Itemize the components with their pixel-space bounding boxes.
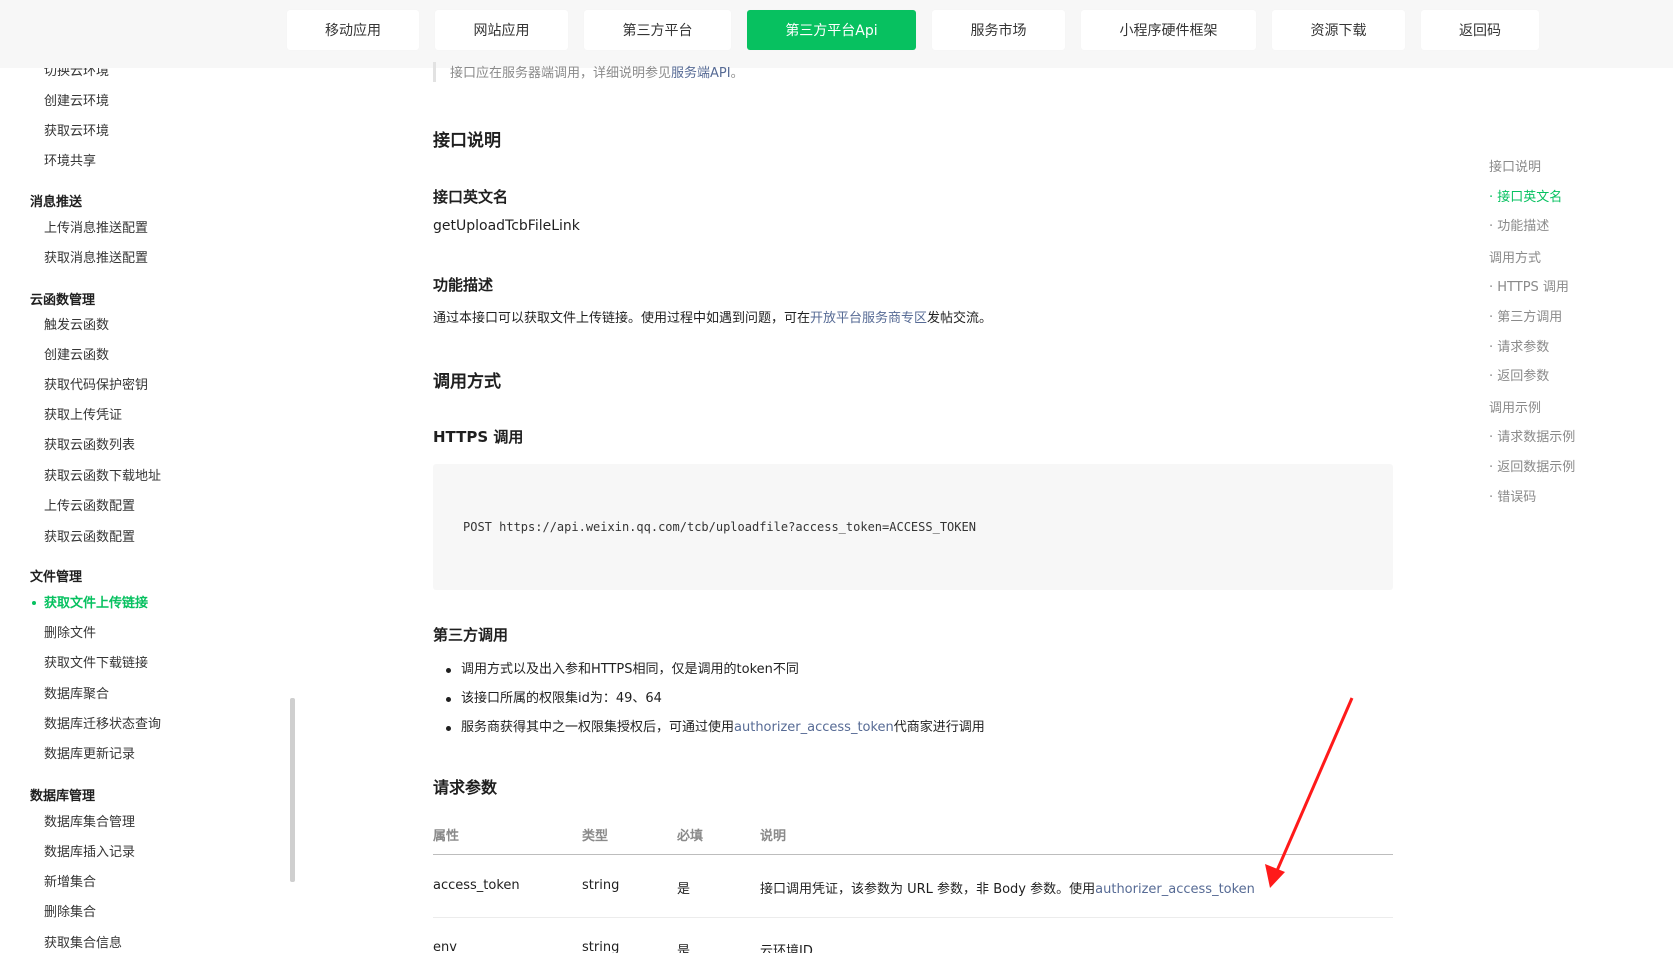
- sidebar-item[interactable]: 获取消息推送配置: [44, 247, 148, 266]
- toc-item-active[interactable]: · 接口英文名: [1489, 186, 1562, 205]
- section-call-method: 调用方式: [433, 372, 501, 392]
- sidebar-item[interactable]: 获取云函数列表: [44, 434, 135, 453]
- desc-suffix: 发帖交流。: [927, 311, 993, 326]
- sidebar-item[interactable]: 切换云环境: [44, 68, 109, 79]
- sidebar-group-cloud-function[interactable]: 云函数管理: [30, 289, 95, 308]
- cell-type: string: [582, 878, 620, 893]
- toc-item[interactable]: · 返回数据示例: [1489, 456, 1575, 475]
- service-provider-forum-link[interactable]: 开放平台服务商专区: [810, 311, 927, 326]
- sidebar-item-active[interactable]: 获取文件上传链接: [44, 592, 148, 611]
- subsection-third-party-call: 第三方调用: [433, 626, 509, 644]
- cell-desc: 云环境ID: [760, 944, 813, 953]
- cell-required: 是: [677, 944, 691, 953]
- sidebar-item[interactable]: 数据库集合管理: [44, 811, 135, 830]
- nav-website-app[interactable]: 网站应用: [435, 10, 568, 50]
- sidebar-item[interactable]: 上传云函数配置: [44, 495, 135, 514]
- toc-item[interactable]: · 请求参数: [1489, 336, 1549, 355]
- sidebar-item[interactable]: 获取云函数下载地址: [44, 465, 161, 484]
- list-item: 调用方式以及出入参和HTTPS相同，仅是调用的token不同: [446, 660, 985, 689]
- third-party-bullets: 调用方式以及出入参和HTTPS相同，仅是调用的token不同 该接口所属的权限集…: [446, 660, 985, 747]
- subsection-func-desc: 功能描述: [433, 276, 494, 294]
- toc-item[interactable]: 调用方式: [1489, 247, 1541, 266]
- sidebar-group-database[interactable]: 数据库管理: [30, 785, 95, 804]
- sidebar-item[interactable]: 获取云环境: [44, 120, 109, 139]
- desc-text: 通过本接口可以获取文件上传链接。使用过程中如遇到问题，可在: [433, 311, 811, 326]
- nav-mobile-app[interactable]: 移动应用: [287, 10, 419, 50]
- sidebar-item[interactable]: 获取上传凭证: [44, 404, 122, 423]
- sidebar-item[interactable]: 环境共享: [44, 150, 96, 169]
- sidebar-item[interactable]: 数据库聚合: [44, 683, 109, 702]
- list-item: 服务商获得其中之一权限集授权后，可通过使用authorizer_access_t…: [446, 718, 985, 747]
- subsection-api-name: 接口英文名: [433, 188, 509, 206]
- sidebar-item[interactable]: 获取云函数配置: [44, 526, 135, 545]
- toc-item[interactable]: · 请求数据示例: [1489, 426, 1575, 445]
- sidebar: 切换云环境 创建云环境 获取云环境 环境共享 消息推送 上传消息推送配置 获取消…: [0, 68, 290, 953]
- table-header-required: 必填: [677, 829, 704, 844]
- list-item: 该接口所属的权限集id为：49、64: [446, 689, 985, 718]
- sidebar-item[interactable]: 触发云函数: [44, 314, 109, 333]
- sidebar-item[interactable]: 创建云环境: [44, 90, 109, 109]
- cell-desc-text: 接口调用凭证，该参数为 URL 参数，非 Body 参数。使用: [760, 882, 1096, 897]
- sidebar-item[interactable]: 获取代码保护密钥: [44, 374, 148, 393]
- nav-resource-download[interactable]: 资源下载: [1272, 10, 1405, 50]
- toc-item[interactable]: 接口说明: [1489, 156, 1541, 175]
- cell-type: string: [582, 940, 620, 953]
- nav-mini-program-hardware[interactable]: 小程序硬件框架: [1081, 10, 1256, 50]
- https-code-block: POST https://api.weixin.qq.com/tcb/uploa…: [433, 464, 1393, 590]
- api-name-value: getUploadTcbFileLink: [433, 218, 580, 234]
- active-dot-icon: [32, 601, 36, 605]
- sidebar-item[interactable]: 上传消息推送配置: [44, 217, 148, 236]
- nav-return-code[interactable]: 返回码: [1421, 10, 1539, 50]
- sidebar-group-push[interactable]: 消息推送: [30, 191, 82, 210]
- sidebar-item[interactable]: 数据库迁移状态查询: [44, 713, 161, 732]
- sidebar-item[interactable]: 删除文件: [44, 622, 96, 641]
- section-request-params: 请求参数: [433, 778, 498, 797]
- note-suffix: 。: [730, 66, 744, 81]
- top-nav: 移动应用 网站应用 第三方平台 第三方平台Api 服务市场 小程序硬件框架 资源…: [0, 0, 1673, 68]
- sidebar-group-file[interactable]: 文件管理: [30, 566, 82, 585]
- table-header-attr: 属性: [433, 829, 460, 844]
- toc-item[interactable]: · 功能描述: [1489, 215, 1549, 234]
- toc-item[interactable]: · 返回参数: [1489, 365, 1549, 384]
- note-text: 接口应在服务器端调用，详细说明参见: [450, 66, 672, 81]
- sidebar-item[interactable]: 获取集合信息: [44, 932, 122, 951]
- server-side-note: 接口应在服务器端调用，详细说明参见服务端API。: [433, 62, 1393, 82]
- sidebar-item[interactable]: 新增集合: [44, 871, 96, 890]
- cell-required: 是: [677, 882, 691, 897]
- toc-item[interactable]: 调用示例: [1489, 397, 1541, 416]
- sidebar-item[interactable]: 数据库更新记录: [44, 743, 135, 762]
- subsection-https-call: HTTPS 调用: [433, 428, 524, 446]
- table-header-type: 类型: [582, 829, 609, 844]
- toc-item[interactable]: · HTTPS 调用: [1489, 276, 1569, 295]
- sidebar-item[interactable]: 获取文件下载链接: [44, 652, 148, 671]
- toc-item[interactable]: · 错误码: [1489, 486, 1536, 505]
- bullet-text: 服务商获得其中之一权限集授权后，可通过使用: [461, 720, 735, 735]
- table-header-desc: 说明: [760, 829, 787, 844]
- nav-third-party-platform[interactable]: 第三方平台: [584, 10, 731, 50]
- sidebar-item[interactable]: 数据库插入记录: [44, 841, 135, 860]
- cell-desc: 接口调用凭证，该参数为 URL 参数，非 Body 参数。使用authorize…: [760, 878, 1255, 897]
- code-text: POST https://api.weixin.qq.com/tcb/uploa…: [463, 520, 976, 534]
- table-header-divider: [433, 854, 1393, 855]
- nav-service-market[interactable]: 服务市场: [932, 10, 1065, 50]
- sidebar-scrollbar[interactable]: [290, 698, 295, 882]
- authorizer-access-token-link[interactable]: authorizer_access_token: [1095, 882, 1255, 897]
- server-api-link[interactable]: 服务端API: [671, 66, 731, 81]
- bullet-suffix: 代商家进行调用: [893, 720, 985, 735]
- sidebar-item[interactable]: 创建云函数: [44, 344, 109, 363]
- nav-third-party-api[interactable]: 第三方平台Api: [747, 10, 916, 50]
- func-desc-text: 通过本接口可以获取文件上传链接。使用过程中如遇到问题，可在开放平台服务商专区发帖…: [433, 307, 992, 326]
- sidebar-item[interactable]: 删除集合: [44, 901, 96, 920]
- cell-name: access_token: [433, 878, 520, 893]
- section-interface-desc: 接口说明: [433, 131, 501, 151]
- authorizer-access-token-link[interactable]: authorizer_access_token: [734, 720, 894, 735]
- cell-name: env: [433, 940, 457, 953]
- row-divider: [433, 917, 1393, 918]
- toc-item[interactable]: · 第三方调用: [1489, 306, 1562, 325]
